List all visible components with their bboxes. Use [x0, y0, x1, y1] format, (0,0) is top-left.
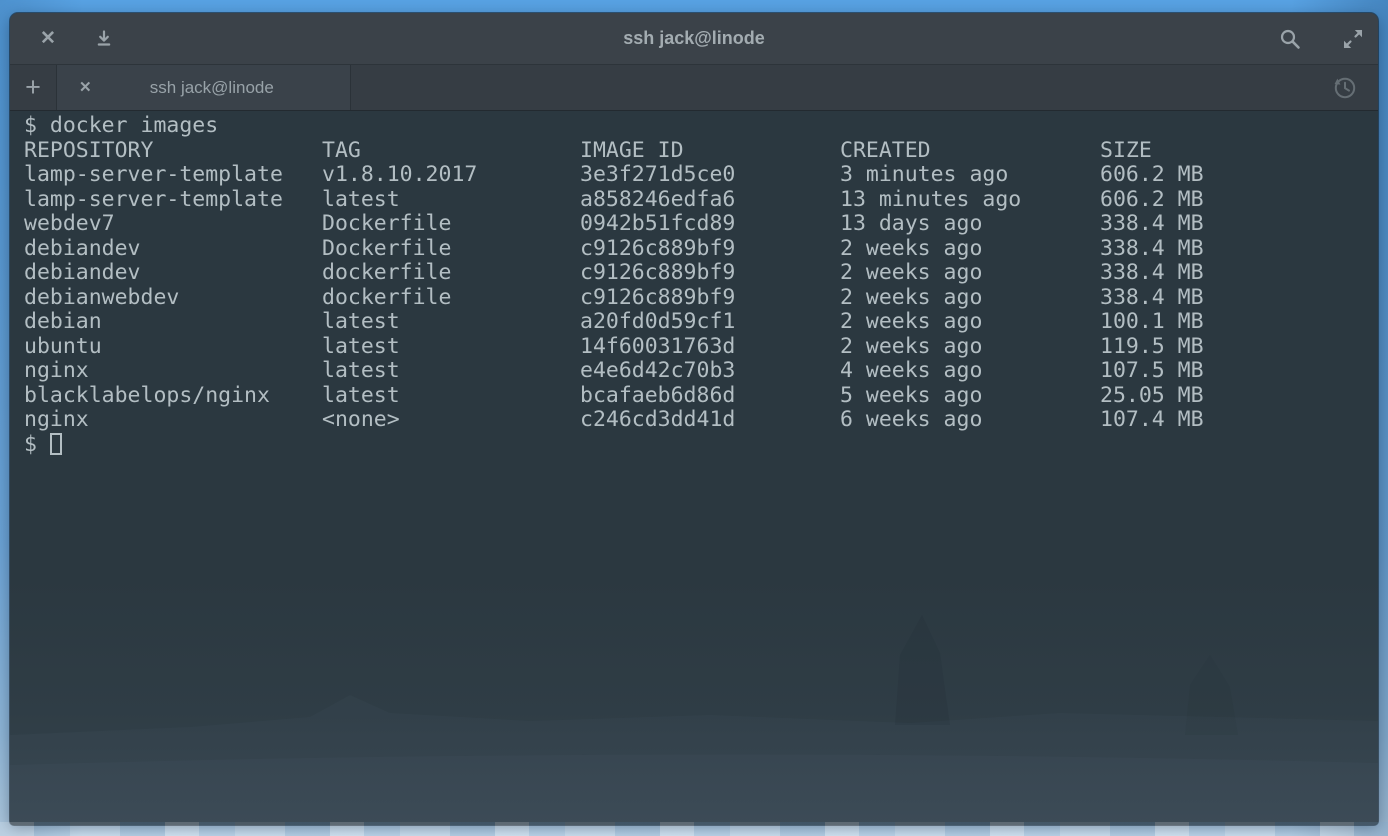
cell-created: 2 weeks ago — [840, 310, 1100, 335]
cell-tag: dockerfile — [322, 286, 580, 311]
cell-tag: Dockerfile — [322, 212, 580, 237]
titlebar-right-controls — [1278, 27, 1365, 51]
cell-tag: latest — [322, 310, 580, 335]
cell-size: 107.5 MB — [1100, 359, 1204, 384]
cell-created: 13 days ago — [840, 212, 1100, 237]
command-text: docker images — [50, 113, 218, 138]
cell-tag: latest — [322, 335, 580, 360]
tabbar: + ✕ ssh jack@linode — [10, 65, 1378, 111]
cell-image-id: a20fd0d59cf1 — [580, 310, 840, 335]
table-row: blacklabelops/nginxlatestbcafaeb6d86d5 w… — [24, 384, 1378, 409]
terminal-output[interactable]: $ docker images REPOSITORY TAG IMAGE ID C… — [10, 111, 1378, 825]
titlebar-left-controls: ✕ — [36, 27, 116, 51]
cell-image-id: e4e6d42c70b3 — [580, 359, 840, 384]
search-icon[interactable] — [1278, 27, 1302, 51]
cell-created: 2 weeks ago — [840, 237, 1100, 262]
header-size: SIZE — [1100, 139, 1152, 164]
header-created: CREATED — [840, 139, 1100, 164]
table-row: ubuntulatest14f60031763d2 weeks ago119.5… — [24, 335, 1378, 360]
cell-tag: latest — [322, 359, 580, 384]
cell-created: 2 weeks ago — [840, 286, 1100, 311]
close-window-icon[interactable]: ✕ — [36, 27, 60, 51]
cell-tag: dockerfile — [322, 261, 580, 286]
cell-image-id: 0942b51fcd89 — [580, 212, 840, 237]
cell-repository: nginx — [24, 359, 322, 384]
tab-ssh-session[interactable]: ✕ ssh jack@linode — [57, 65, 351, 110]
cell-repository: lamp-server-template — [24, 163, 322, 188]
tab-label: ssh jack@linode — [92, 78, 350, 98]
cell-image-id: a858246edfa6 — [580, 188, 840, 213]
cell-size: 119.5 MB — [1100, 335, 1204, 360]
tab-close-icon[interactable]: ✕ — [79, 80, 92, 95]
new-tab-button[interactable]: + — [10, 65, 57, 110]
prompt-line: $ — [24, 433, 1378, 458]
cell-image-id: c9126c889bf9 — [580, 261, 840, 286]
header-tag: TAG — [322, 139, 580, 164]
cell-repository: debiandev — [24, 237, 322, 262]
table-row: lamp-server-templatelatesta858246edfa613… — [24, 188, 1378, 213]
cell-created: 6 weeks ago — [840, 408, 1100, 433]
cell-image-id: 3e3f271d5ce0 — [580, 163, 840, 188]
cell-size: 100.1 MB — [1100, 310, 1204, 335]
window-title: ssh jack@linode — [10, 28, 1378, 49]
cell-size: 606.2 MB — [1100, 188, 1204, 213]
cell-image-id: bcafaeb6d86d — [580, 384, 840, 409]
cell-tag: v1.8.10.2017 — [322, 163, 580, 188]
cell-image-id: 14f60031763d — [580, 335, 840, 360]
cell-tag: latest — [322, 188, 580, 213]
wallpaper-silhouette — [10, 595, 1378, 825]
terminal-window: ✕ ssh jack@linode — [10, 13, 1378, 825]
table-row: debiandevDockerfilec9126c889bf92 weeks a… — [24, 237, 1378, 262]
cell-created: 5 weeks ago — [840, 384, 1100, 409]
titlebar[interactable]: ✕ ssh jack@linode — [10, 13, 1378, 65]
command-line: $ docker images — [24, 114, 1378, 139]
cell-repository: webdev7 — [24, 212, 322, 237]
cell-repository: debiandev — [24, 261, 322, 286]
cell-repository: nginx — [24, 408, 322, 433]
cell-size: 338.4 MB — [1100, 261, 1204, 286]
cell-tag: <none> — [322, 408, 580, 433]
shell-prompt: $ — [24, 432, 37, 457]
table-row: nginxlateste4e6d42c70b34 weeks ago107.5 … — [24, 359, 1378, 384]
table-row: webdev7Dockerfile0942b51fcd8913 days ago… — [24, 212, 1378, 237]
history-icon[interactable] — [1330, 74, 1358, 102]
table-row: debiandevdockerfilec9126c889bf92 weeks a… — [24, 261, 1378, 286]
cell-repository: debianwebdev — [24, 286, 322, 311]
cell-size: 338.4 MB — [1100, 237, 1204, 262]
cell-size: 606.2 MB — [1100, 163, 1204, 188]
table-row: nginx<none>c246cd3dd41d6 weeks ago107.4 … — [24, 408, 1378, 433]
cell-size: 338.4 MB — [1100, 286, 1204, 311]
cell-size: 338.4 MB — [1100, 212, 1204, 237]
header-image-id: IMAGE ID — [580, 139, 840, 164]
cell-size: 25.05 MB — [1100, 384, 1204, 409]
cell-image-id: c246cd3dd41d — [580, 408, 840, 433]
cell-image-id: c9126c889bf9 — [580, 237, 840, 262]
cell-repository: blacklabelops/nginx — [24, 384, 322, 409]
cell-image-id: c9126c889bf9 — [580, 286, 840, 311]
cell-repository: ubuntu — [24, 335, 322, 360]
cell-created: 4 weeks ago — [840, 359, 1100, 384]
cell-repository: debian — [24, 310, 322, 335]
cell-created: 3 minutes ago — [840, 163, 1100, 188]
header-repository: REPOSITORY — [24, 139, 322, 164]
terminal-cursor — [50, 433, 62, 455]
cell-created: 13 minutes ago — [840, 188, 1100, 213]
table-header-row: REPOSITORY TAG IMAGE ID CREATED SIZE — [24, 139, 1378, 164]
cell-created: 2 weeks ago — [840, 261, 1100, 286]
table-row: debianlatesta20fd0d59cf12 weeks ago100.1… — [24, 310, 1378, 335]
tabbar-right-controls — [1330, 65, 1358, 110]
expand-icon[interactable] — [1341, 27, 1365, 51]
download-icon[interactable] — [92, 27, 116, 51]
cell-tag: Dockerfile — [322, 237, 580, 262]
terminal-table-rows: lamp-server-templatev1.8.10.20173e3f271d… — [24, 163, 1378, 433]
cell-size: 107.4 MB — [1100, 408, 1204, 433]
cell-tag: latest — [322, 384, 580, 409]
shell-prompt: $ — [24, 113, 37, 138]
cell-created: 2 weeks ago — [840, 335, 1100, 360]
cell-repository: lamp-server-template — [24, 188, 322, 213]
table-row: lamp-server-templatev1.8.10.20173e3f271d… — [24, 163, 1378, 188]
table-row: debianwebdevdockerfilec9126c889bf92 week… — [24, 286, 1378, 311]
